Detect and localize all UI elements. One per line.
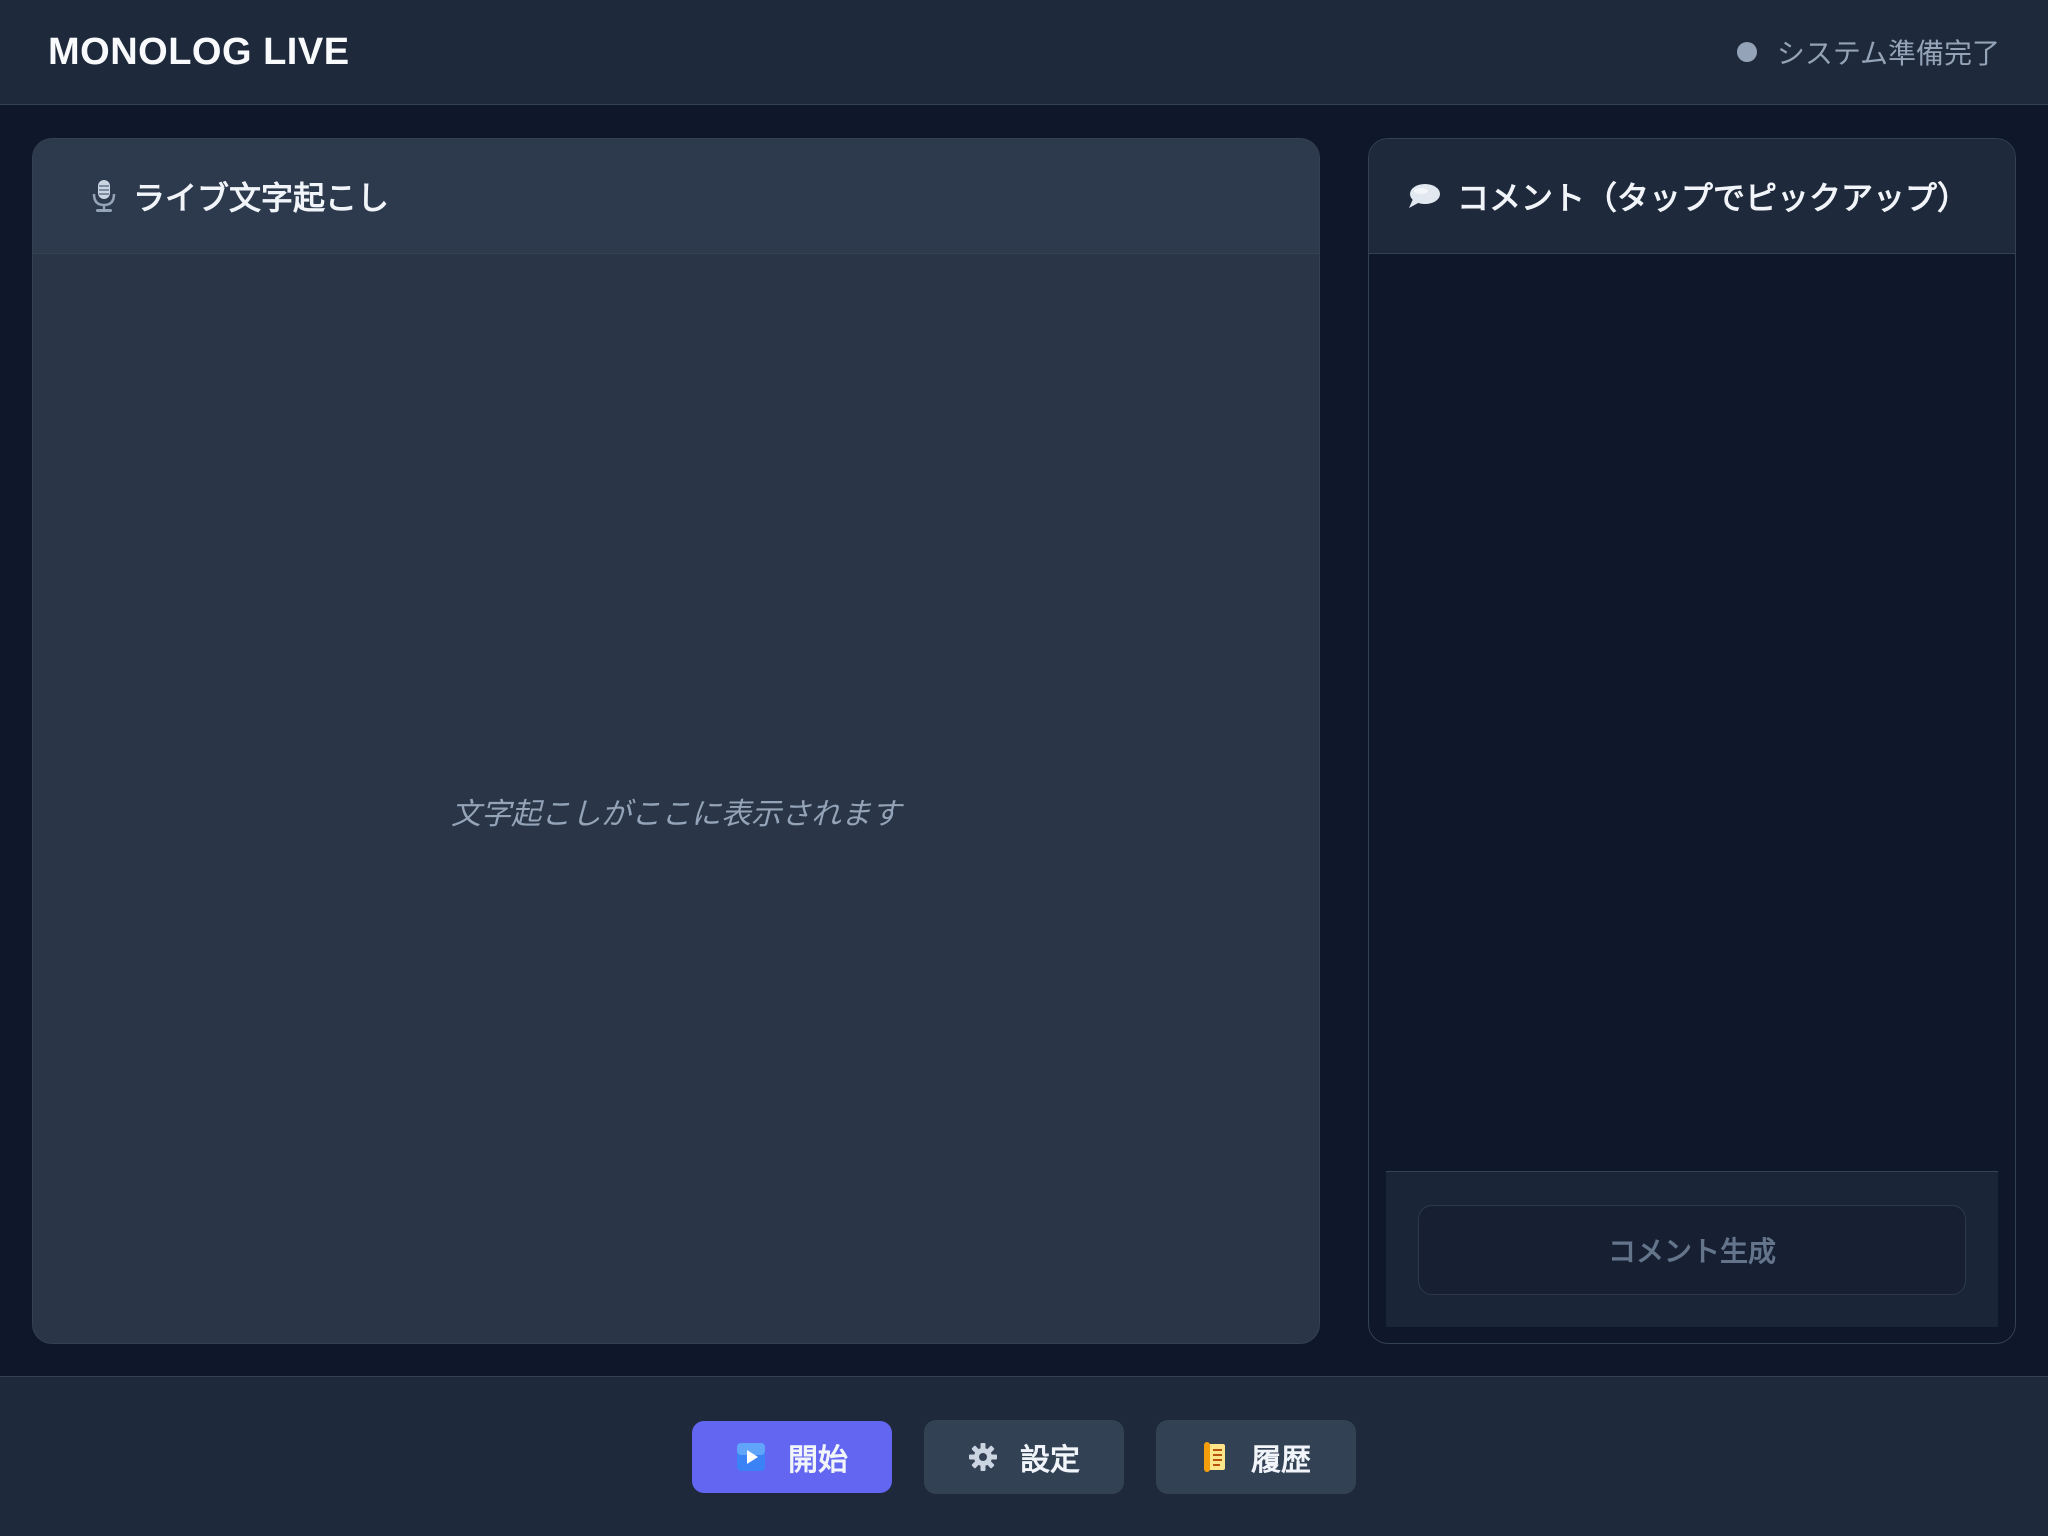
transcript-panel-title: ライブ文字起こし	[133, 179, 390, 217]
transcript-area[interactable]: 文字起こしがここに表示されます	[33, 254, 1319, 1343]
status-dot-icon	[1736, 42, 1757, 62]
settings-button[interactable]: 設定	[924, 1419, 1124, 1494]
top-bar: MONOLOG LIVE システム準備完了	[0, 0, 2048, 105]
play-icon	[736, 1442, 766, 1472]
history-button[interactable]: 履歴	[1156, 1419, 1356, 1494]
transcript-placeholder: 文字起こしがここに表示されます	[451, 796, 901, 832]
start-button-label: 開始	[788, 1442, 848, 1478]
bottom-toolbar: 開始 設定 履歴	[0, 1376, 2048, 1536]
generate-comment-button[interactable]: コメント生成	[1418, 1204, 1966, 1295]
comment-panel: コメント（タップでピックアップ） コメント生成	[1368, 138, 2016, 1344]
settings-button-label: 設定	[1020, 1442, 1080, 1478]
comment-panel-header: コメント（タップでピックアップ）	[1369, 139, 2015, 254]
app-title: MONOLOG LIVE	[48, 30, 350, 73]
status-text: システム準備完了	[1776, 37, 2000, 70]
comment-panel-title: コメント（タップでピックアップ）	[1457, 179, 1970, 217]
scroll-icon	[1201, 1441, 1229, 1473]
speech-bubble-icon	[1407, 181, 1441, 211]
system-status: システム準備完了	[1736, 32, 2000, 72]
transcript-panel-header: ライブ文字起こし	[33, 139, 1319, 254]
comment-list[interactable]	[1369, 254, 2015, 1059]
transcript-panel: ライブ文字起こし 文字起こしがここに表示されます	[32, 138, 1320, 1344]
start-button[interactable]: 開始	[692, 1420, 892, 1493]
gear-icon	[968, 1442, 998, 1472]
history-button-label: 履歴	[1251, 1442, 1311, 1478]
microphone-icon	[91, 179, 117, 213]
comment-footer: コメント生成	[1386, 1171, 1998, 1327]
